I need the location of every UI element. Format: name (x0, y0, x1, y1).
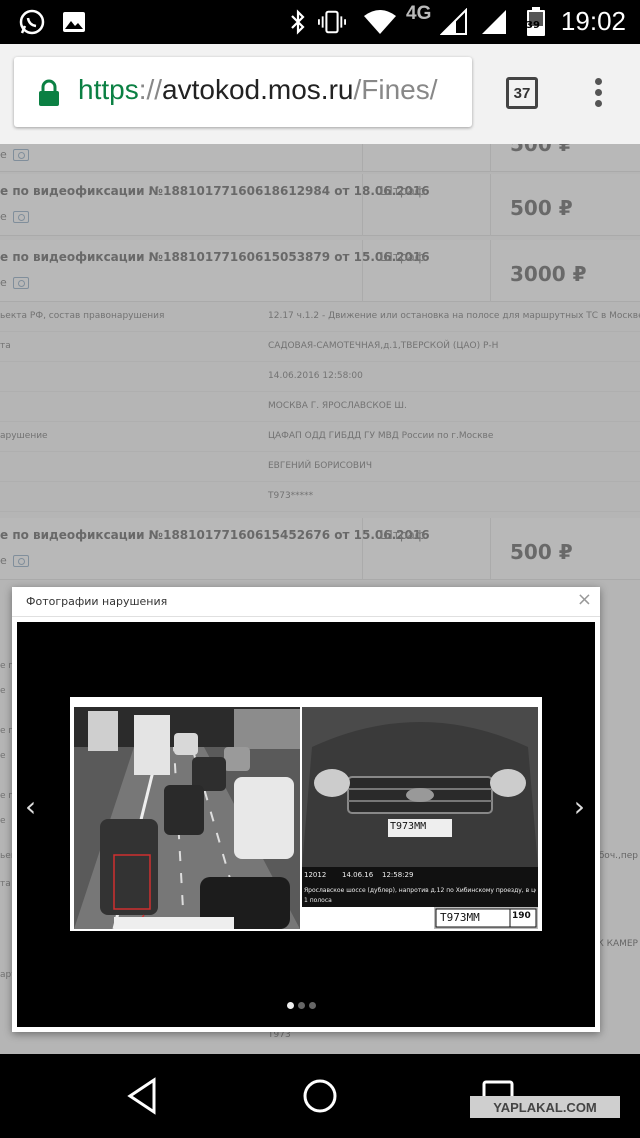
status-bar: 4G 39 19:02 (0, 0, 640, 44)
pagination-dot[interactable] (287, 1002, 294, 1009)
battery-icon: 39 (522, 7, 550, 36)
wifi-icon (362, 8, 398, 36)
network-type: 4G (406, 3, 432, 24)
pagination-dot[interactable] (309, 1002, 316, 1009)
photo-pagination (287, 1002, 316, 1009)
system-nav-bar: YAPLAKAL.COM (0, 1054, 640, 1138)
back-icon[interactable] (124, 1076, 160, 1120)
close-icon[interactable]: × (577, 591, 592, 609)
photo-lane: 1 полоса (304, 897, 332, 904)
violation-photo: Т973ММ 12012 14.06.16 12:58:29 Ярославск… (70, 697, 542, 931)
home-icon[interactable] (302, 1078, 338, 1118)
clock: 19:02 (560, 6, 626, 36)
next-photo-icon[interactable]: › (574, 790, 585, 823)
photo-viewer: ‹ › Т973ММ 12012 14.06.16 12:58:29 Яросл… (17, 622, 595, 1027)
plate-large: Т973ММ (440, 911, 480, 924)
traffic-scene (74, 707, 300, 929)
bluetooth-icon (284, 8, 312, 36)
camera-id: 12012 (304, 871, 327, 879)
prev-photo-icon[interactable]: ‹ (25, 790, 36, 823)
plate-region: 190 (512, 911, 531, 921)
signal-icon (480, 8, 508, 36)
tab-switcher-button[interactable]: 37 (506, 77, 538, 109)
photo-time: 12:58:29 (382, 871, 414, 879)
plate-text: Т973ММ (390, 821, 427, 832)
image-icon (60, 8, 88, 36)
browser-toolbar: https://avtokod.mos.ru/Fines/ 37 (0, 44, 640, 144)
whatsapp-icon (18, 8, 46, 36)
lock-icon (36, 79, 62, 111)
phone-screen: 4G 39 19:02 https://avtokod.mos.ru/Fines… (0, 0, 640, 1138)
battery-level: 39 (526, 20, 540, 31)
overflow-menu-icon[interactable] (592, 78, 604, 110)
plate-closeup: Т973ММ 12012 14.06.16 12:58:29 Ярославск… (302, 707, 538, 929)
photo-date: 14.06.16 (342, 871, 374, 879)
url-text[interactable]: https://avtokod.mos.ru/Fines/ (78, 74, 438, 106)
photo-location: Ярославское шоссе (дублер), напротив д.1… (304, 887, 536, 894)
pagination-dot[interactable] (298, 1002, 305, 1009)
url-bar[interactable]: https://avtokod.mos.ru/Fines/ (14, 57, 472, 127)
watermark: YAPLAKAL.COM (470, 1096, 620, 1118)
violation-photos-dialog: Фотографии нарушения × ‹ › Т973ММ 12012 … (12, 587, 600, 1032)
dialog-title: Фотографии нарушения (26, 595, 168, 608)
signal-icon (440, 8, 468, 36)
vibrate-icon (318, 8, 346, 36)
